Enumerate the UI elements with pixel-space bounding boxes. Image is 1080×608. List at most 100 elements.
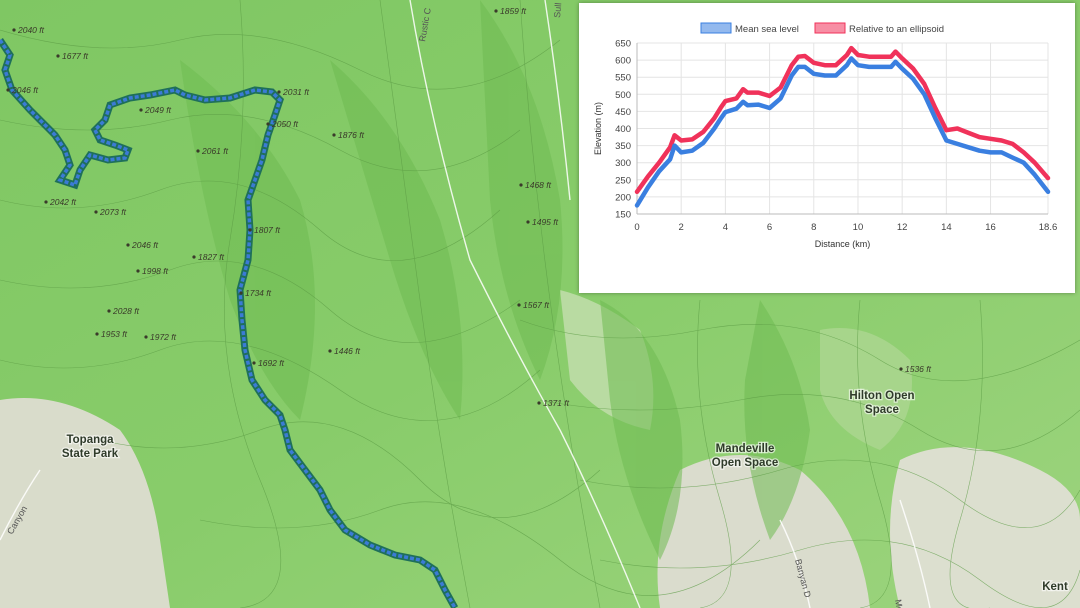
data-point[interactable]	[856, 64, 860, 67]
legend-swatch[interactable]	[814, 22, 846, 34]
legend-label[interactable]: Relative to an ellipsoid	[849, 24, 944, 35]
data-point[interactable]	[746, 91, 749, 94]
spot-elevation-label: 1536 ft	[905, 364, 932, 374]
data-point[interactable]	[912, 77, 915, 81]
data-point[interactable]	[668, 146, 672, 149]
data-point[interactable]	[1011, 156, 1014, 159]
data-point[interactable]	[702, 141, 705, 145]
data-point[interactable]	[679, 151, 683, 154]
data-point[interactable]	[719, 117, 723, 120]
data-point[interactable]	[797, 55, 800, 58]
data-point[interactable]	[646, 175, 650, 178]
data-point[interactable]	[834, 64, 838, 67]
spot-marker	[107, 309, 111, 313]
x-tick-label: 4	[723, 222, 728, 233]
data-point[interactable]	[812, 72, 815, 75]
legend-label[interactable]: Mean sea level	[735, 24, 799, 35]
data-point[interactable]	[768, 106, 771, 110]
data-point[interactable]	[894, 60, 897, 64]
data-point[interactable]	[719, 106, 723, 109]
spot-marker	[95, 332, 99, 336]
data-point[interactable]	[768, 94, 771, 98]
data-point[interactable]	[735, 97, 738, 100]
data-point[interactable]	[797, 65, 800, 69]
data-point[interactable]	[713, 117, 716, 120]
data-point[interactable]	[823, 64, 827, 67]
data-point[interactable]	[1022, 161, 1025, 164]
data-point[interactable]	[779, 86, 782, 89]
data-point[interactable]	[923, 82, 926, 86]
data-point[interactable]	[691, 149, 694, 152]
data-point[interactable]	[989, 137, 992, 140]
data-point[interactable]	[945, 129, 948, 132]
data-point[interactable]	[724, 99, 727, 103]
data-point[interactable]	[978, 149, 981, 152]
data-point[interactable]	[1033, 173, 1036, 176]
data-point[interactable]	[867, 55, 871, 58]
data-point[interactable]	[1022, 151, 1025, 154]
data-point[interactable]	[850, 57, 853, 60]
data-point[interactable]	[679, 139, 683, 142]
data-point[interactable]	[702, 130, 705, 134]
data-point[interactable]	[713, 127, 716, 130]
data-point[interactable]	[845, 53, 849, 57]
data-point[interactable]	[934, 117, 937, 120]
data-point[interactable]	[823, 74, 827, 77]
data-point[interactable]	[757, 103, 760, 106]
data-point[interactable]	[1000, 151, 1003, 154]
data-point[interactable]	[900, 67, 904, 70]
legend-swatch[interactable]	[700, 22, 732, 34]
data-point[interactable]	[934, 106, 937, 110]
data-point[interactable]	[967, 131, 970, 135]
data-point[interactable]	[673, 144, 676, 147]
data-point[interactable]	[878, 65, 882, 69]
data-point[interactable]	[635, 190, 639, 193]
data-point[interactable]	[1000, 139, 1003, 142]
data-point[interactable]	[856, 53, 860, 57]
data-point[interactable]	[967, 146, 970, 149]
data-point[interactable]	[812, 61, 815, 65]
data-point[interactable]	[803, 54, 807, 58]
data-point[interactable]	[724, 110, 727, 114]
elevation-chart[interactable]: 150 200 250 300 350 400 450 500 550 600 650 0 2 4 6 8 10…	[579, 3, 1075, 293]
data-point[interactable]	[657, 170, 661, 173]
data-point[interactable]	[956, 142, 959, 146]
x-tick-label: 18.6	[1039, 222, 1058, 233]
data-point[interactable]	[894, 50, 897, 53]
data-point[interactable]	[1046, 190, 1050, 193]
data-point[interactable]	[978, 135, 981, 139]
data-point[interactable]	[741, 100, 745, 104]
data-point[interactable]	[691, 138, 694, 141]
data-point[interactable]	[850, 46, 853, 50]
data-point[interactable]	[867, 65, 871, 69]
data-point[interactable]	[956, 127, 959, 130]
data-point[interactable]	[878, 55, 882, 58]
data-point[interactable]	[889, 65, 893, 69]
data-point[interactable]	[900, 57, 904, 60]
data-point[interactable]	[912, 67, 915, 70]
data-point[interactable]	[803, 65, 807, 69]
data-point[interactable]	[673, 134, 676, 137]
elevation-profile-panel[interactable]: 150 200 250 300 350 400 450 500 550 600 650 0 2 4 6 8 10…	[579, 3, 1075, 293]
data-point[interactable]	[746, 104, 749, 107]
data-point[interactable]	[889, 55, 893, 58]
spot-elevation: 2042 ft	[44, 197, 77, 207]
data-point[interactable]	[1046, 176, 1050, 180]
data-point[interactable]	[779, 97, 782, 100]
data-point[interactable]	[989, 151, 992, 154]
data-point[interactable]	[741, 87, 745, 91]
data-point[interactable]	[1011, 142, 1014, 146]
data-point[interactable]	[790, 74, 793, 77]
data-point[interactable]	[657, 161, 661, 164]
data-point[interactable]	[923, 93, 926, 96]
data-point[interactable]	[790, 64, 793, 67]
data-point[interactable]	[845, 64, 849, 67]
data-point[interactable]	[635, 204, 639, 207]
data-point[interactable]	[757, 91, 760, 94]
data-point[interactable]	[1033, 161, 1036, 164]
data-point[interactable]	[646, 186, 650, 189]
data-point[interactable]	[735, 107, 738, 110]
data-point[interactable]	[945, 139, 948, 142]
data-point[interactable]	[668, 158, 672, 161]
data-point[interactable]	[834, 74, 838, 77]
